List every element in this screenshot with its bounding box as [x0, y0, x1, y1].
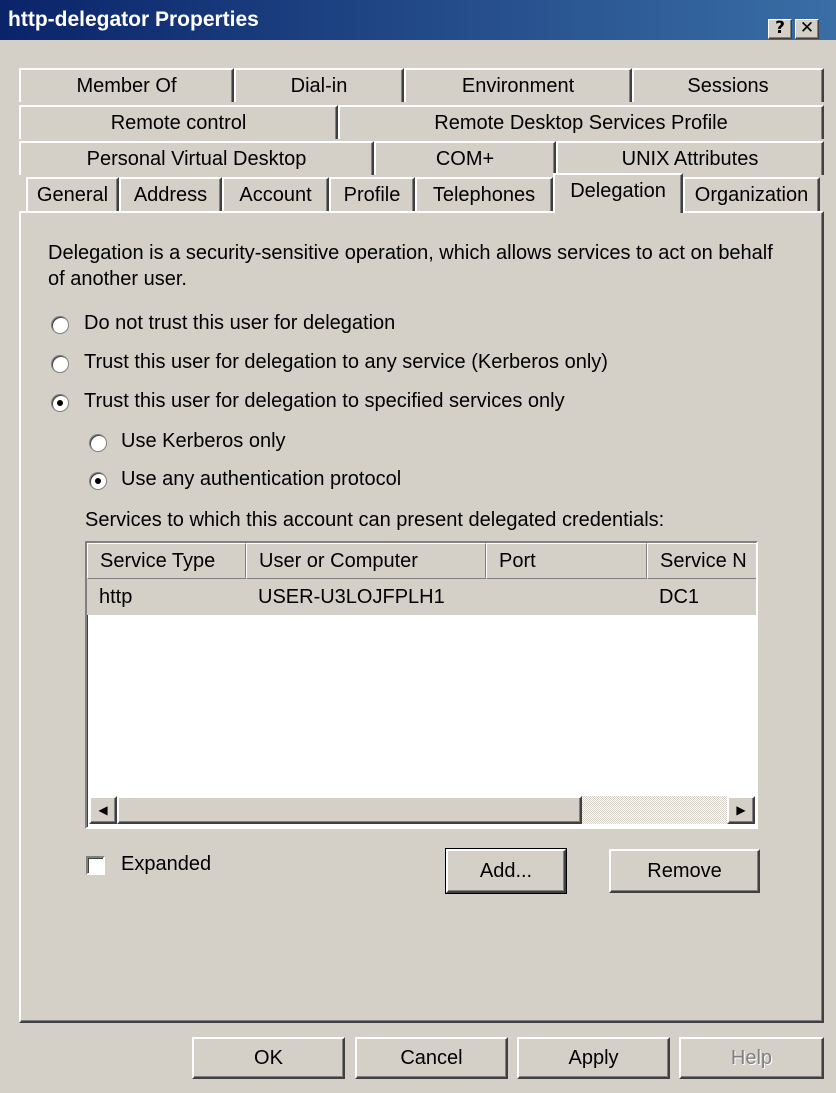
cancel-button[interactable]: Cancel	[355, 1037, 508, 1079]
scroll-left-icon[interactable]: ◀	[89, 796, 117, 824]
tab-personal-virtual-desktop[interactable]: Personal Virtual Desktop	[19, 141, 374, 175]
tab-remote-desktop-services-profile[interactable]: Remote Desktop Services Profile	[338, 105, 824, 139]
apply-button[interactable]: Apply	[517, 1037, 670, 1079]
column-header-service-type[interactable]: Service Type	[87, 543, 246, 579]
scrollbar-thumb[interactable]	[117, 796, 582, 824]
window-title: http-delegator Properties	[8, 8, 259, 31]
tab-member-of[interactable]: Member Of	[19, 68, 234, 102]
help-button[interactable]: Help	[679, 1037, 824, 1079]
scroll-right-icon[interactable]: ▶	[727, 796, 755, 824]
tab-organization[interactable]: Organization	[683, 177, 820, 211]
radio-do-not-trust-label[interactable]: Do not trust this user for delegation	[84, 312, 395, 335]
help-icon[interactable]: ?	[768, 19, 792, 39]
tab-delegation[interactable]: Delegation	[553, 173, 683, 213]
radio-do-not-trust[interactable]	[51, 316, 69, 334]
table-row[interactable]: http USER-U3LOJFPLH1 DC1	[87, 579, 756, 615]
services-label: Services to which this account can prese…	[85, 509, 665, 531]
cell-service-name: DC1	[659, 586, 700, 608]
radio-trust-any-service[interactable]	[51, 355, 69, 373]
tab-unix-attributes[interactable]: UNIX Attributes	[556, 141, 824, 175]
ok-button[interactable]: OK	[192, 1037, 345, 1079]
radio-use-kerberos-only-label[interactable]: Use Kerberos only	[121, 430, 286, 453]
cell-user-or-computer: USER-U3LOJFPLH1	[258, 586, 445, 608]
radio-trust-any-service-label[interactable]: Trust this user for delegation to any se…	[84, 351, 608, 374]
tab-sessions[interactable]: Sessions	[632, 68, 824, 102]
close-icon[interactable]: ✕	[795, 19, 819, 39]
radio-trust-specified-services-label[interactable]: Trust this user for delegation to specif…	[84, 390, 565, 413]
remove-button[interactable]: Remove	[609, 849, 760, 893]
tab-dial-in[interactable]: Dial-in	[234, 68, 404, 102]
cell-service-type: http	[99, 586, 133, 608]
add-button[interactable]: Add...	[445, 848, 567, 894]
column-header-user-or-computer[interactable]: User or Computer	[246, 543, 486, 579]
expanded-label[interactable]: Expanded	[121, 853, 211, 876]
delegation-description: Delegation is a security-sensitive opera…	[48, 242, 773, 290]
radio-trust-specified-services[interactable]	[51, 394, 69, 412]
tab-remote-control[interactable]: Remote control	[19, 105, 338, 139]
tab-telephones[interactable]: Telephones	[415, 177, 553, 211]
services-list[interactable]: Service Type User or Computer Port Servi…	[85, 541, 758, 829]
tab-general[interactable]: General	[26, 177, 119, 211]
expanded-checkbox[interactable]	[86, 856, 105, 875]
tab-account[interactable]: Account	[222, 177, 329, 211]
column-header-port[interactable]: Port	[486, 543, 647, 579]
tab-com-plus[interactable]: COM+	[374, 141, 556, 175]
radio-use-any-auth-protocol[interactable]	[89, 472, 107, 490]
title-bar[interactable]: http-delegator Properties ? ✕	[0, 0, 836, 40]
column-header-service-name[interactable]: Service N	[647, 543, 756, 579]
radio-use-kerberos-only[interactable]	[89, 434, 107, 452]
tab-profile[interactable]: Profile	[329, 177, 415, 211]
tab-environment[interactable]: Environment	[404, 68, 632, 102]
radio-use-any-auth-protocol-label[interactable]: Use any authentication protocol	[121, 468, 401, 491]
tab-address[interactable]: Address	[119, 177, 222, 211]
